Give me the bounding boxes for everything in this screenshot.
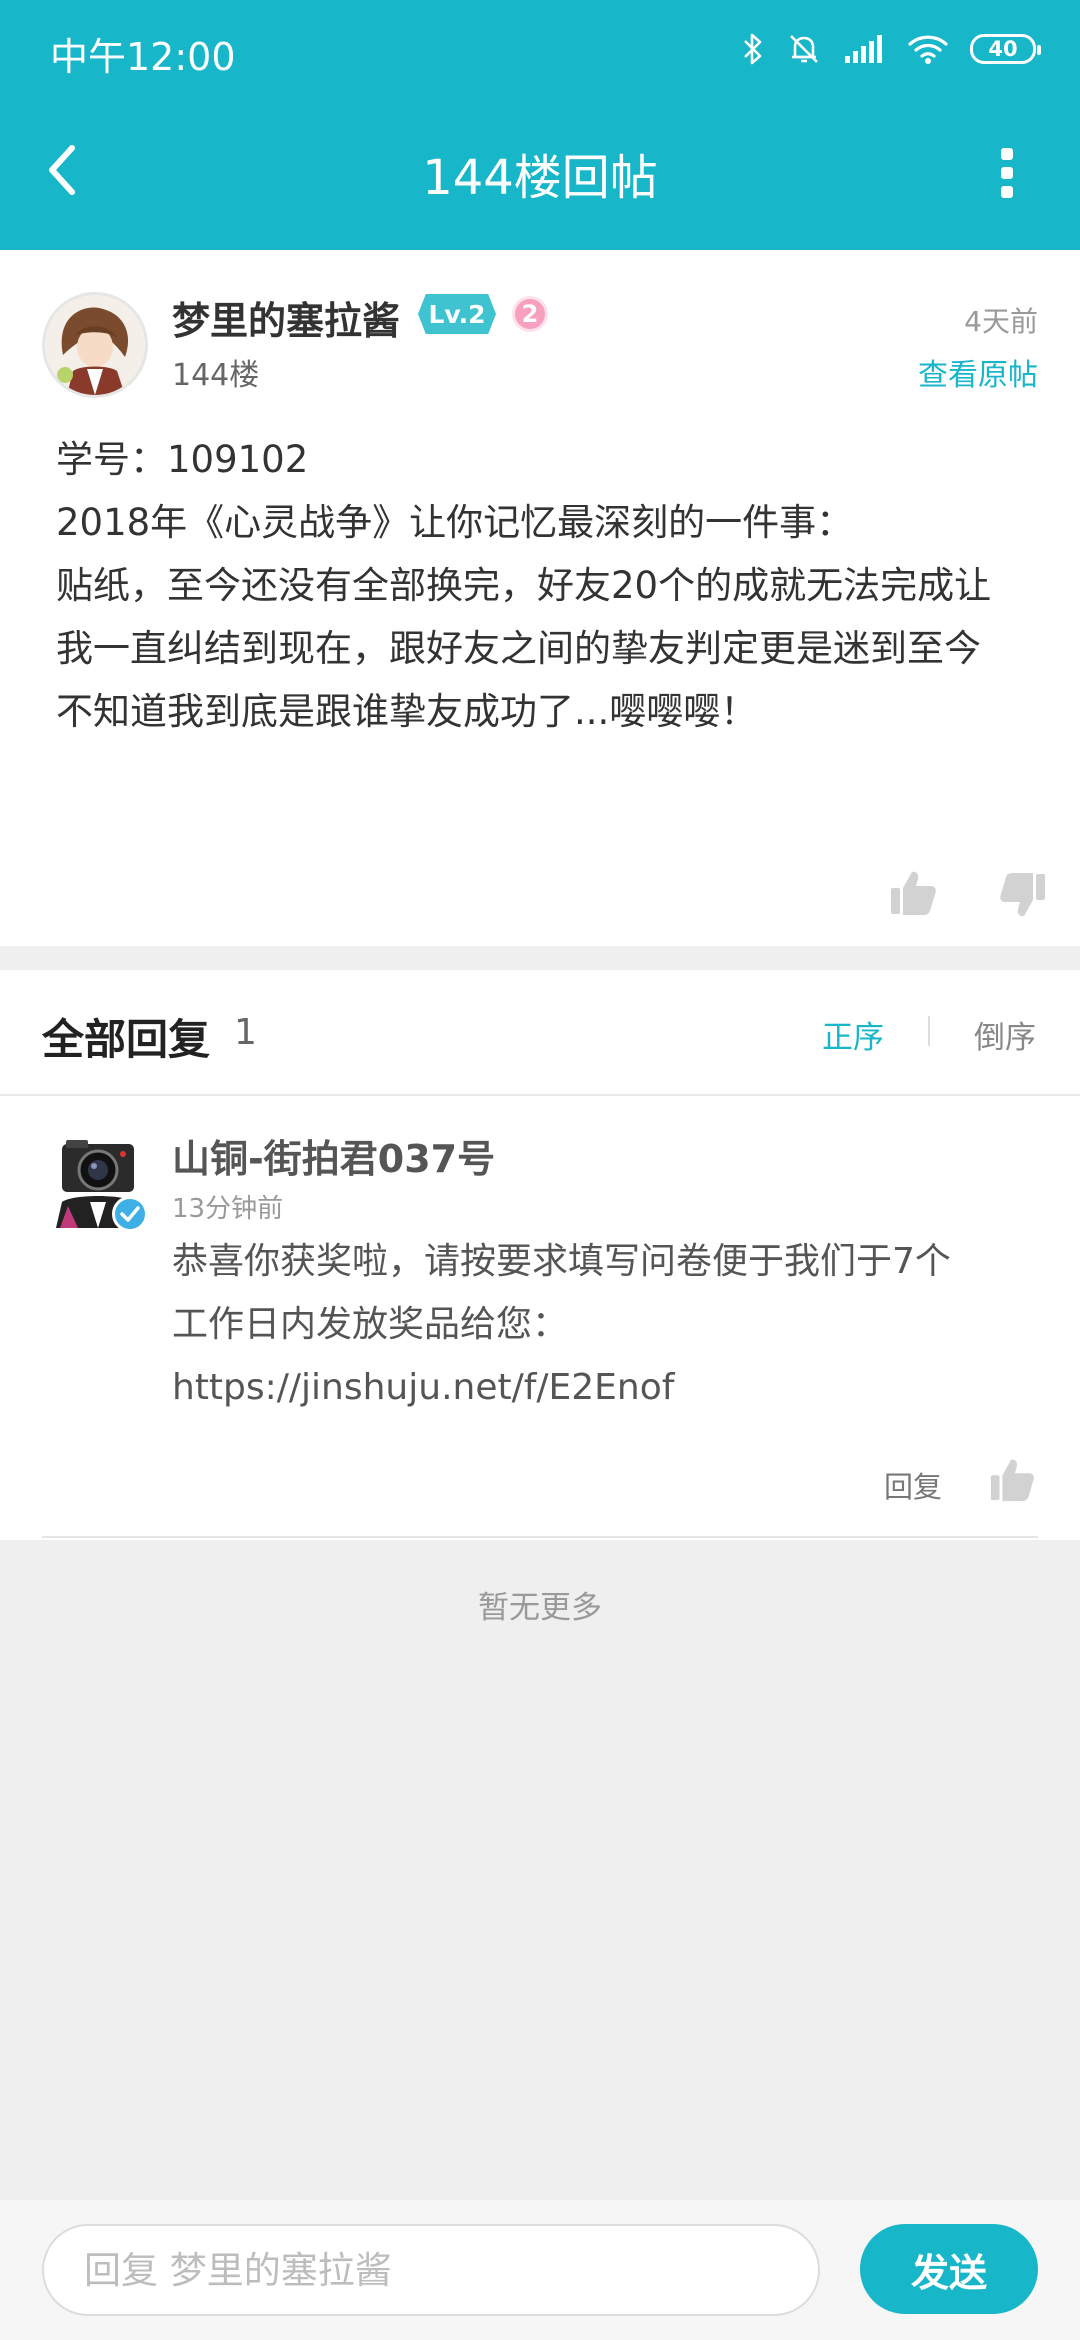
muted-bell-icon — [790, 35, 818, 63]
post-body-line: 我一直纠结到现在，跟好友之间的挚友判定更是迷到至今 — [56, 627, 981, 670]
reply-link[interactable]: https://jinshuju.net/f/E2Enof — [172, 1356, 1032, 1419]
status-icons: 40 — [742, 26, 1041, 72]
sort-divider — [928, 1016, 930, 1046]
replies-section: 全部回复 1 正序 倒序 山铜-街拍君037号 13分钟前 恭喜你获奖啦，请按要… — [0, 970, 1080, 1540]
reply-body: 恭喜你获奖啦，请按要求填写问卷便于我们于7个 工作日内发放奖品给您： https… — [172, 1230, 1032, 1419]
reply-divider — [42, 1536, 1038, 1538]
reply-author[interactable]: 山铜-街拍君037号 — [172, 1128, 495, 1183]
post-time: 4天前 — [964, 305, 1038, 338]
reply-thumbs-up-icon[interactable] — [988, 1456, 1036, 1504]
section-divider — [0, 1094, 1080, 1096]
sort-ascending-tab[interactable]: 正序 — [822, 1012, 884, 1057]
post-body-line: 学号：109102 — [56, 438, 309, 481]
more-vertical-icon — [1001, 148, 1013, 160]
app-header: 中午12:00 40 144楼回帖 — [0, 0, 1080, 250]
wifi-icon — [908, 35, 948, 64]
thumbs-down-icon[interactable] — [998, 870, 1048, 920]
post-body-line: 贴纸，至今还没有全部换完，好友20个的成就无法完成让 — [56, 564, 992, 607]
author-name[interactable]: 梦里的塞拉酱 — [172, 290, 400, 345]
level-badge: Lv.2 — [418, 294, 496, 334]
no-more-text: 暂无更多 — [478, 1590, 602, 1626]
post-card: 梦里的塞拉酱 Lv.2 2 144楼 4天前 查看原帖 学号：109102 20… — [0, 250, 1080, 946]
verified-badge-icon — [112, 1196, 148, 1232]
view-original-link[interactable]: 查看原帖 — [918, 350, 1038, 394]
reply-body-line: 工作日内发放奖品给您： — [172, 1304, 569, 1345]
reply-body-line: 恭喜你获奖啦，请按要求填写问卷便于我们于7个 — [172, 1241, 951, 1282]
more-options-button[interactable] — [994, 148, 1020, 198]
reply-bar: 发送 — [0, 2200, 1080, 2340]
sort-descending-tab[interactable]: 倒序 — [974, 1012, 1036, 1057]
bluetooth-icon — [744, 33, 762, 65]
status-time: 中午12:00 — [50, 35, 236, 79]
replies-title: 全部回复 — [42, 1015, 211, 1064]
reply-button[interactable]: 回复 — [884, 1464, 942, 1506]
battery-icon: 40 — [970, 34, 1041, 64]
author-avatar[interactable] — [42, 292, 148, 398]
signal-icon — [845, 35, 882, 63]
page-title: 144楼回帖 — [422, 150, 658, 206]
avatar-illustration — [45, 295, 145, 395]
post-body: 学号：109102 2018年《心灵战争》让你记忆最深刻的一件事： 贴纸，至今还… — [56, 428, 1036, 743]
reply-time: 13分钟前 — [172, 1194, 284, 1224]
post-body-line: 不知道我到底是跟谁挚友成功了...嘤嘤嘤！ — [56, 690, 758, 733]
replies-count: 1 — [234, 1012, 257, 1053]
rank-badge: 2 — [512, 296, 548, 332]
post-body-line: 2018年《心灵战争》让你记忆最深刻的一件事： — [56, 501, 854, 544]
reply-input[interactable] — [42, 2224, 820, 2316]
floor-number: 144楼 — [172, 358, 260, 393]
send-button[interactable]: 发送 — [860, 2224, 1038, 2314]
thumbs-up-icon[interactable] — [888, 868, 938, 918]
